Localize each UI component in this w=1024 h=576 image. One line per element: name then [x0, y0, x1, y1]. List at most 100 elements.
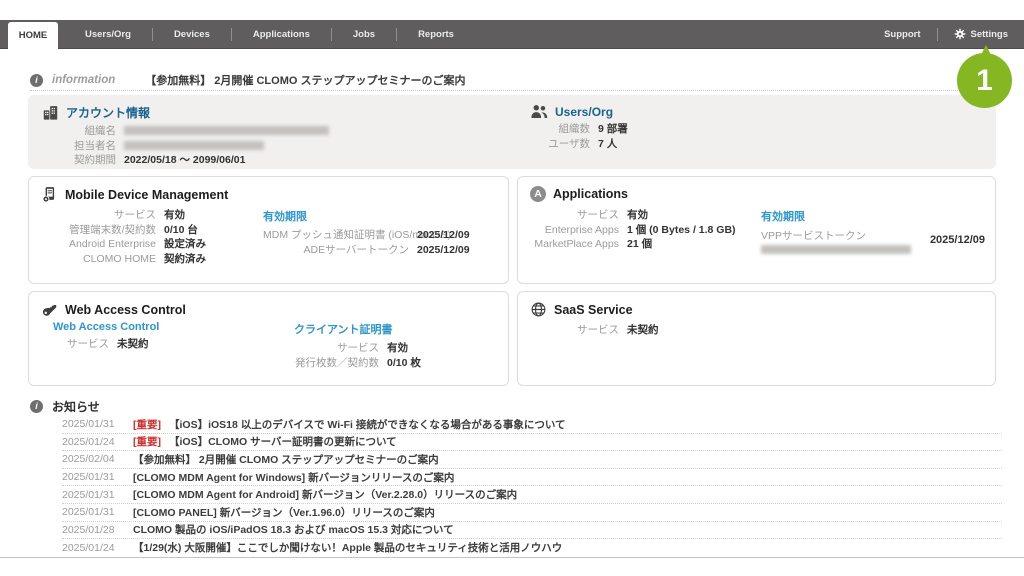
client-cert-issued-label: 発行枚数／契約数 — [294, 356, 379, 371]
apps-marketplace-label: MarketPlace Apps — [527, 237, 619, 252]
tab-home-label: HOME — [19, 30, 48, 41]
mdm-android-label: Android Enterprise — [38, 237, 156, 252]
mdm-devices-value: 0/10 台 — [164, 223, 198, 238]
top-navigation-bar: HOME Users/Org Devices Applications Jobs… — [0, 20, 1024, 49]
mdm-ade-token-label: ADEサーバートークン — [263, 243, 409, 258]
client-cert-service-row: サービス 有効 — [294, 341, 421, 356]
mdm-device-icon — [41, 186, 58, 203]
news-item[interactable]: 2025/01/28 CLOMO 製品の iOS/iPadOS 18.3 および… — [62, 522, 1002, 540]
account-period-row: 契約期間 2022/05/18 ～ 2099/06/01 — [42, 153, 329, 168]
web-access-control-card: Web Access Control Web Access Control サー… — [28, 291, 509, 386]
vpp-token-date: 2025/12/09 — [930, 234, 985, 246]
org-count-label: 組織数 — [530, 122, 590, 137]
mdm-devices-row: 管理端末数/契約数 0/10 台 — [38, 223, 206, 238]
mdm-android-value: 設定済み — [164, 237, 206, 252]
information-announcement-link[interactable]: 【参加無料】 2月開催 CLOMO ステップアップセミナーのご案内 — [145, 72, 465, 88]
mdm-push-cert-label: MDM プッシュ通知証明書 (iOS/macOS) — [263, 228, 409, 243]
account-manager-row: 担当者名 — [42, 139, 329, 154]
contract-period-label: 契約期間 — [42, 153, 116, 168]
tab-devices[interactable]: Devices — [153, 29, 231, 40]
info-icon: i — [30, 74, 43, 87]
mdm-service-value: 有効 — [164, 208, 185, 223]
manager-name-label: 担当者名 — [42, 139, 116, 154]
apps-marketplace-value: 21 個 — [627, 237, 652, 252]
news-item[interactable]: 2025/01/31 [重要] 【iOS】iOS18 以上のデバイスで Wi-F… — [62, 416, 1002, 434]
nav-tabs: Users/Org Devices Applications Jobs Repo… — [64, 28, 475, 41]
apps-enterprise-row: Enterprise Apps 1 個 (0 Bytes / 1.8 GB) — [527, 223, 736, 238]
mdm-devices-label: 管理端末数/契約数 — [38, 223, 156, 238]
saas-service-card: SaaS Service サービス 未契約 — [517, 291, 996, 386]
user-count-label: ユーザ数 — [530, 137, 590, 152]
applications-icon: A — [530, 186, 546, 202]
news-icon: i — [30, 400, 43, 413]
client-cert-service-value: 有効 — [387, 341, 408, 356]
gear-icon — [954, 28, 966, 40]
news-item[interactable]: 2025/02/04 【参加無料】 2月開催 CLOMO ステップアップセミナー… — [62, 451, 1002, 469]
mdm-service-row: サービス 有効 — [38, 208, 206, 223]
mdm-push-cert-date: 2025/12/09 — [417, 228, 470, 243]
client-cert-issued-value: 0/10 枚 — [387, 356, 421, 371]
news-important-tag: [重要] — [133, 434, 161, 449]
news-list: 2025/01/31 [重要] 【iOS】iOS18 以上のデバイスで Wi-F… — [62, 416, 1002, 557]
news-text: [CLOMO MDM Agent for Android] 新バージョン（Ver… — [133, 487, 517, 502]
mdm-home-value: 契約済み — [164, 252, 206, 267]
mdm-push-cert-row: MDM プッシュ通知証明書 (iOS/macOS) 2025/12/09 — [263, 228, 470, 243]
tab-applications[interactable]: Applications — [232, 29, 331, 40]
globe-icon — [530, 301, 547, 318]
news-date: 2025/01/24 — [62, 542, 120, 554]
annotation-step-number: 1 — [976, 64, 993, 98]
mdm-expiry-link[interactable]: 有効期限 — [263, 211, 307, 223]
user-count-row: ユーザ数 7 人 — [530, 137, 628, 152]
mdm-home-label: CLOMO HOME — [38, 252, 156, 267]
mdm-home-row: CLOMO HOME 契約済み — [38, 252, 206, 267]
tab-home[interactable]: HOME — [8, 22, 58, 49]
wac-service-label: サービス — [53, 337, 109, 352]
settings-label: Settings — [971, 29, 1008, 40]
news-date: 2025/01/31 — [62, 489, 120, 501]
news-date: 2025/01/31 — [62, 471, 120, 483]
tab-jobs[interactable]: Jobs — [332, 29, 396, 40]
manager-name-redacted-value — [124, 141, 264, 150]
users-org-section: Users/Org 組織数 9 部署 ユーザ数 7 人 — [530, 104, 628, 151]
wac-service-link[interactable]: Web Access Control — [53, 321, 159, 333]
tab-users-org[interactable]: Users/Org — [64, 29, 152, 40]
client-cert-service-label: サービス — [294, 341, 379, 356]
wac-service-value: 未契約 — [117, 337, 149, 352]
news-item[interactable]: 2025/01/24 【1/29(水) 大阪開催】ここでしか聞けない！Apple… — [62, 539, 1002, 557]
news-text: CLOMO 製品の iOS/iPadOS 18.3 および macOS 15.3… — [133, 522, 454, 537]
annotation-step-balloon: 1 — [957, 53, 1012, 108]
news-item[interactable]: 2025/01/31 [CLOMO PANEL] 新バージョン（Ver.1.96… — [62, 504, 1002, 522]
news-important-tag: [重要] — [133, 417, 161, 432]
key-icon — [41, 301, 58, 318]
tab-reports[interactable]: Reports — [397, 29, 475, 40]
news-date: 2025/01/31 — [62, 418, 120, 430]
news-date: 2025/01/31 — [62, 506, 120, 518]
applications-card: A Applications サービス 有効 Enterprise Apps 1… — [517, 176, 996, 284]
information-bar: i information 【参加無料】 2月開催 CLOMO ステップアップセ… — [30, 70, 994, 91]
applications-card-title: Applications — [553, 187, 628, 201]
client-cert-link[interactable]: クライアント証明書 — [294, 324, 393, 336]
user-count-value: 7 人 — [598, 137, 617, 152]
settings-button[interactable]: Settings — [938, 28, 1012, 40]
users-org-link[interactable]: Users/Org — [555, 105, 613, 119]
news-text: 【1/29(水) 大阪開催】ここでしか聞けない！Apple 製品のセキュリティ技… — [133, 540, 562, 555]
mdm-android-row: Android Enterprise 設定済み — [38, 237, 206, 252]
support-link[interactable]: Support — [868, 29, 936, 40]
news-item[interactable]: 2025/01/31 [CLOMO MDM Agent for Android]… — [62, 486, 1002, 504]
news-item[interactable]: 2025/01/31 [CLOMO MDM Agent for Windows]… — [62, 469, 1002, 487]
nav-right-group: Support — [868, 28, 1012, 41]
news-item[interactable]: 2025/01/24 [重要] 【iOS】CLOMO サーバー証明書の更新につい… — [62, 434, 1002, 452]
apps-service-value: 有効 — [627, 208, 648, 223]
org-name-redacted-value — [124, 126, 329, 135]
vpp-token-redacted-value — [761, 245, 911, 254]
org-count-value: 9 部署 — [598, 122, 628, 137]
news-date: 2025/02/04 — [62, 453, 120, 465]
apps-service-label: サービス — [527, 208, 619, 223]
account-org-row: 組織名 — [42, 124, 329, 139]
mdm-ade-token-row: ADEサーバートークン 2025/12/09 — [263, 243, 470, 258]
account-info-link[interactable]: アカウント情報 — [66, 104, 150, 121]
apps-marketplace-row: MarketPlace Apps 21 個 — [527, 237, 736, 252]
apps-expiry-link[interactable]: 有効期限 — [761, 211, 805, 223]
saas-service-label: サービス — [527, 323, 619, 338]
mdm-card-title: Mobile Device Management — [65, 188, 228, 202]
